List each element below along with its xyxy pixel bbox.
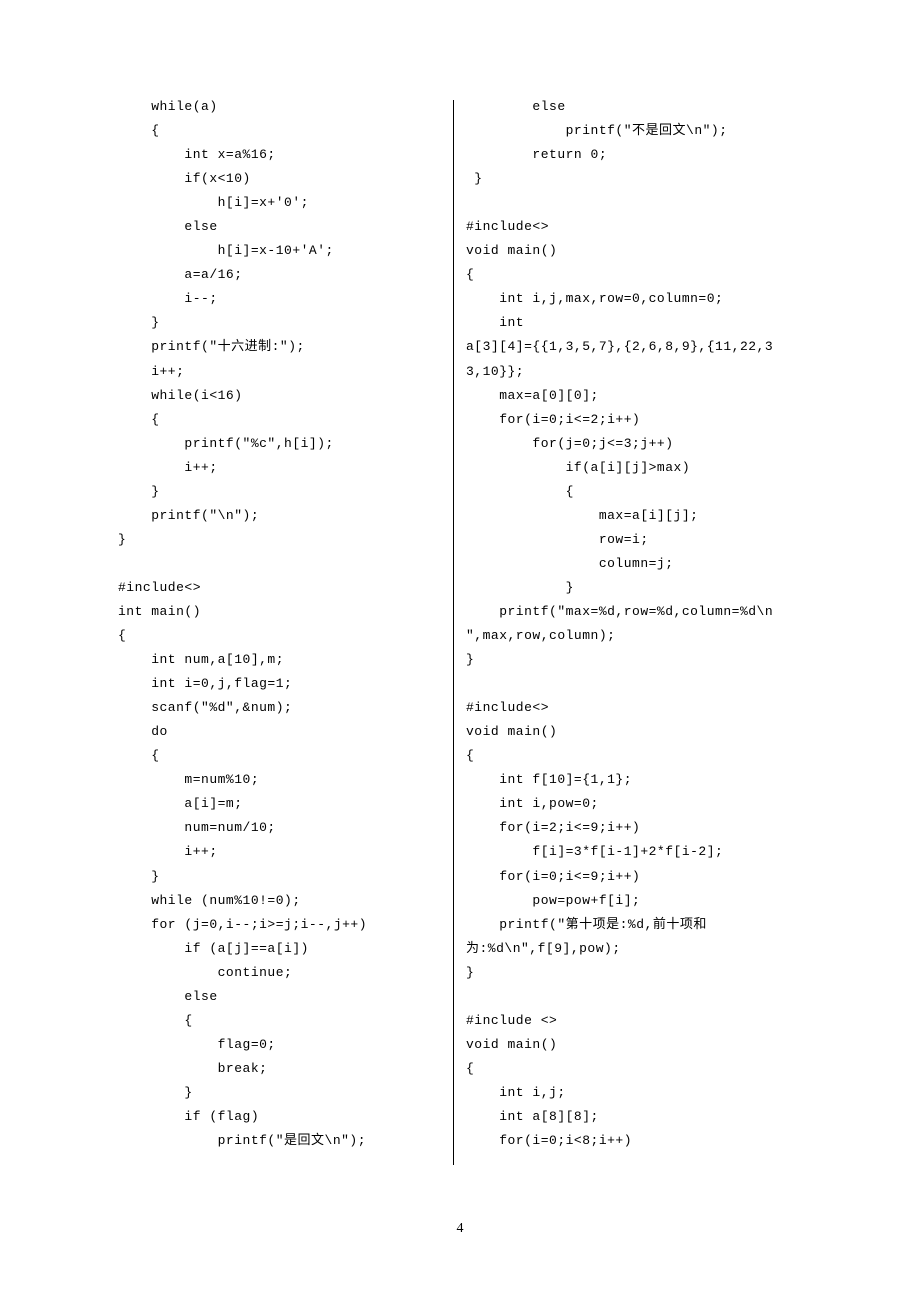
left-column-code: while(a) { int x=a%16; if(x<10) h[i]=x+'… — [118, 95, 453, 1170]
right-column-code: else printf("不是回文\n"); return 0; } #incl… — [454, 95, 802, 1170]
document-page: while(a) { int x=a%16; if(x<10) h[i]=x+'… — [0, 0, 920, 1302]
two-column-layout: while(a) { int x=a%16; if(x<10) h[i]=x+'… — [118, 95, 802, 1170]
page-number: 4 — [0, 1216, 920, 1242]
